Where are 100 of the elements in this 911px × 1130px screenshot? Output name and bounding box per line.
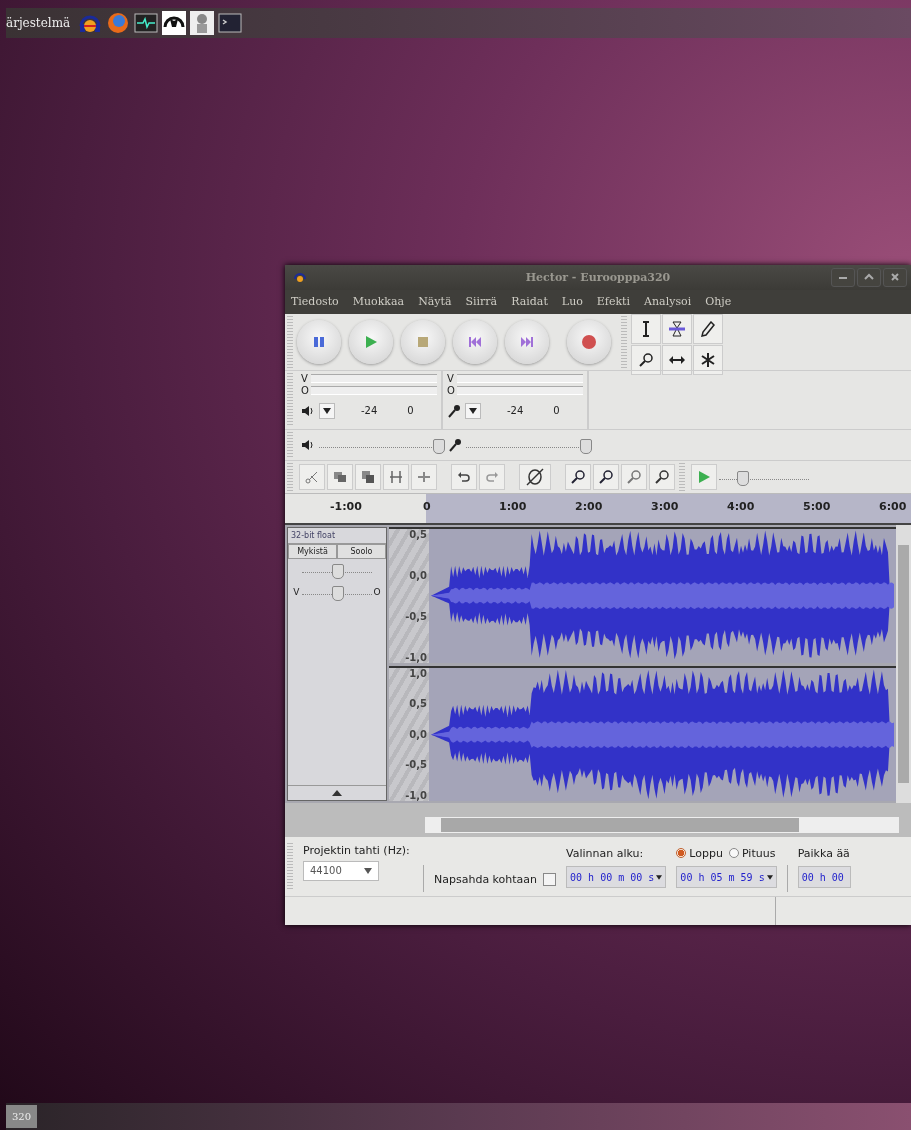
fit-selection-icon xyxy=(627,469,641,484)
radio-option[interactable]: Loppu xyxy=(676,846,723,860)
speaker-icon xyxy=(301,437,315,452)
skip-to-end-button[interactable] xyxy=(505,319,549,364)
ruler-label: 2:00 xyxy=(575,499,603,513)
menu-item[interactable]: Näytä xyxy=(418,295,452,309)
slider-thumb[interactable] xyxy=(432,438,445,454)
menu-item[interactable]: Efekti xyxy=(596,295,631,309)
menu-item[interactable]: Ohje xyxy=(705,295,732,309)
radio-option[interactable]: Pituus xyxy=(728,846,776,860)
channel-label: O xyxy=(447,385,456,397)
skip-to-start-icon xyxy=(468,334,482,349)
ruler-label: 1:00 xyxy=(499,499,527,513)
play-button[interactable] xyxy=(349,319,393,364)
slider-thumb[interactable] xyxy=(331,586,344,602)
meter-tick-label: -24 xyxy=(361,405,378,417)
headphones-icon xyxy=(293,270,307,285)
track-toggle-button[interactable]: Soolo xyxy=(337,544,386,560)
caret-icon xyxy=(332,790,342,796)
caret-icon xyxy=(364,867,372,874)
copy-button[interactable] xyxy=(327,463,353,490)
selection-tool-button[interactable] xyxy=(631,313,661,344)
track-toggle-button[interactable]: Mykistä xyxy=(288,544,337,560)
horizontal-scrollbar[interactable] xyxy=(425,817,899,833)
sync-lock-button[interactable] xyxy=(519,463,551,490)
pause-button[interactable] xyxy=(297,319,341,364)
monitor-icon[interactable] xyxy=(134,11,159,35)
time-field[interactable]: 00 h 00 m 00 s xyxy=(566,866,667,889)
fit-project-button[interactable] xyxy=(649,463,675,490)
trim-button[interactable] xyxy=(383,463,409,490)
envelope-tool-button[interactable] xyxy=(662,313,692,344)
snap-to-label: Napsahda kohtaan xyxy=(434,873,538,886)
system-menu[interactable]: ärjestelmä xyxy=(6,16,71,30)
slider-thumb[interactable] xyxy=(332,564,344,580)
zoom-tool-button[interactable] xyxy=(631,344,661,375)
slider-thumb[interactable] xyxy=(736,470,749,486)
cut-icon xyxy=(305,469,319,484)
scale-label: 0,5 xyxy=(409,698,427,710)
fit-project-icon xyxy=(655,469,669,484)
microphone-icon xyxy=(447,403,461,418)
meter-menu-button[interactable] xyxy=(319,402,335,419)
terminal-icon[interactable] xyxy=(218,11,243,35)
undo-button[interactable] xyxy=(451,463,477,490)
zoom-in-button[interactable] xyxy=(565,463,591,490)
time-field[interactable]: 00 h 00 xyxy=(797,866,851,889)
paste-icon xyxy=(361,469,375,484)
speaker-icon xyxy=(301,403,315,418)
menu-item[interactable]: Luo xyxy=(561,295,583,309)
time-field[interactable]: 00 h 05 m 59 s xyxy=(676,866,777,889)
browser-icon[interactable] xyxy=(106,11,131,35)
vertical-scrollbar[interactable] xyxy=(896,525,911,803)
stop-button[interactable] xyxy=(401,319,445,364)
scale-label: 0,0 xyxy=(409,570,427,582)
project-rate-dropdown[interactable]: 44100 xyxy=(303,860,379,881)
silence-icon xyxy=(417,469,431,484)
slider-thumb[interactable] xyxy=(579,438,592,454)
pan-slider[interactable] xyxy=(301,584,372,601)
volume-slider[interactable] xyxy=(466,436,591,453)
menu-item[interactable]: Raidat xyxy=(511,295,548,309)
maximize-button[interactable] xyxy=(857,267,881,287)
menu-item[interactable]: Tiedosto xyxy=(291,295,339,309)
scale-label: -1,0 xyxy=(405,790,427,801)
time-shift-tool-button[interactable] xyxy=(662,344,692,375)
pause-icon xyxy=(312,334,326,349)
channel-label: V xyxy=(447,373,455,385)
pencil-icon[interactable] xyxy=(693,313,723,344)
window-title: Hector - Euroopppa320 xyxy=(525,270,671,284)
cut-button[interactable] xyxy=(299,463,325,490)
multi-tool-button[interactable] xyxy=(693,344,723,375)
gain-slider[interactable] xyxy=(302,562,372,579)
figure-icon[interactable] xyxy=(190,11,215,35)
minimize-button[interactable] xyxy=(831,267,855,287)
close-button[interactable] xyxy=(883,267,907,287)
record-button[interactable] xyxy=(567,319,611,364)
volume-slider[interactable] xyxy=(319,436,444,453)
skip-to-start-button[interactable] xyxy=(453,319,497,364)
copy-icon xyxy=(333,469,347,484)
menu-item[interactable]: Siirrä xyxy=(465,295,498,309)
project-rate-label: Projektin tahti (Hz): xyxy=(303,844,411,857)
paste-button[interactable] xyxy=(355,463,381,490)
caret-icon xyxy=(656,874,663,880)
ruler-label: -1:00 xyxy=(330,499,362,513)
headphones-icon[interactable] xyxy=(162,11,187,35)
play-at-speed-button[interactable] xyxy=(691,463,717,490)
caret-icon xyxy=(323,407,331,414)
ruler-label: 6:00 xyxy=(879,499,907,513)
meter-menu-button[interactable] xyxy=(465,402,481,419)
redo-icon xyxy=(485,469,499,484)
speed-slider[interactable] xyxy=(719,468,809,485)
snap-checkbox[interactable] xyxy=(543,873,557,886)
silence-button[interactable] xyxy=(411,463,437,490)
ruler-label: 0 xyxy=(423,499,431,513)
play-icon xyxy=(364,334,378,349)
scale-label: 0,0 xyxy=(409,728,427,740)
zoom-out-button[interactable] xyxy=(593,463,619,490)
microphone-icon xyxy=(448,437,462,452)
menu-item[interactable]: Muokkaa xyxy=(352,295,405,309)
menu-item[interactable]: Analysoi xyxy=(644,295,692,309)
scale-label: -0,5 xyxy=(405,610,427,622)
meter-tick-label: 0 xyxy=(553,405,560,417)
